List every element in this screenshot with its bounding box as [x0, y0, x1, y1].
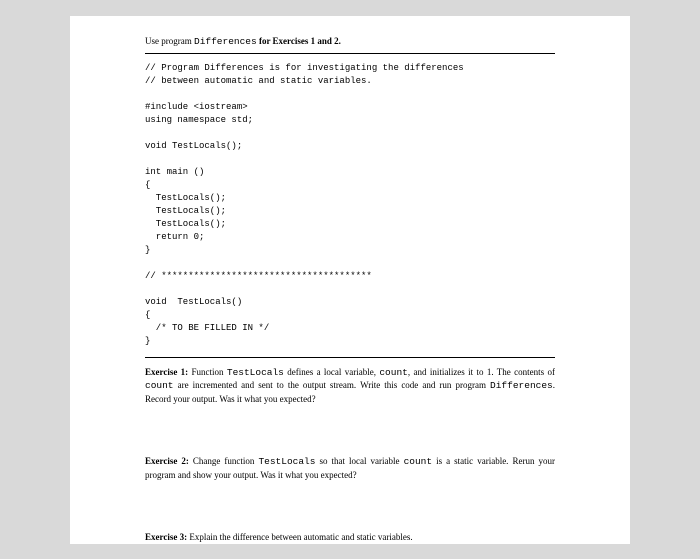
exercise-3: Exercise 3: Explain the difference betwe…: [145, 531, 555, 543]
heading-program: Differences: [194, 36, 257, 47]
exercise-2-t2: so that local variable: [315, 456, 403, 466]
exercise-1: Exercise 1: Function TestLocals defines …: [145, 366, 555, 406]
heading-suffix: for Exercises 1 and 2.: [257, 36, 341, 46]
exercise-2: Exercise 2: Change function TestLocals s…: [145, 455, 555, 481]
exercise-2-c1: TestLocals: [258, 456, 315, 467]
exercise-1-c1: TestLocals: [227, 367, 284, 378]
exercise-1-c3: count: [145, 380, 174, 391]
exercise-1-t3: , and initializes it to 1. The contents …: [408, 367, 555, 377]
heading-prefix: Use program: [145, 36, 194, 46]
exercise-1-t2: defines a local variable,: [284, 367, 379, 377]
exercise-1-c2: count: [379, 367, 408, 378]
code-listing: // Program Differences is for investigat…: [145, 62, 555, 349]
exercise-3-t1: Explain the difference between automatic…: [187, 532, 413, 542]
divider-top: [145, 53, 555, 54]
exercise-2-label: Exercise 2:: [145, 456, 189, 466]
exercise-1-t1: Function: [188, 367, 227, 377]
instruction-heading: Use program Differences for Exercises 1 …: [145, 36, 555, 47]
document-page: Use program Differences for Exercises 1 …: [70, 16, 630, 544]
exercise-3-label: Exercise 3:: [145, 532, 187, 542]
exercise-1-t4: are incremented and sent to the output s…: [174, 380, 491, 390]
exercise-2-c2: count: [404, 456, 433, 467]
exercise-2-t1: Change function: [189, 456, 259, 466]
exercise-1-label: Exercise 1:: [145, 367, 188, 377]
divider-bottom: [145, 357, 555, 358]
exercise-1-c4: Differences: [490, 380, 553, 391]
